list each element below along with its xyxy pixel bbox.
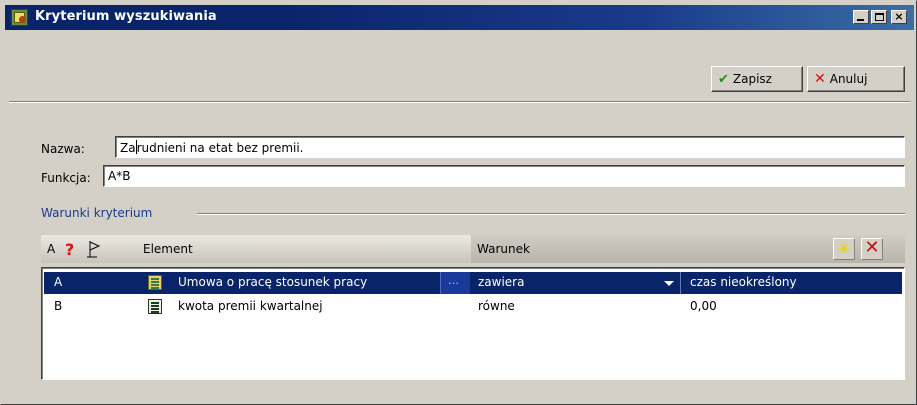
row-condition[interactable]: zawiera — [478, 275, 524, 289]
column-header-a[interactable]: A — [47, 235, 55, 263]
check-icon: ✔ — [718, 71, 729, 87]
star-icon: ✳ — [837, 239, 851, 258]
name-label: Nazwa: — [41, 142, 85, 156]
contract-icon — [148, 275, 162, 290]
toolbar-separator — [9, 101, 910, 103]
function-field[interactable]: A*B — [103, 165, 905, 187]
column-header-element[interactable]: Element — [143, 235, 193, 263]
row-letter: B — [54, 299, 63, 313]
column-header-warunek[interactable]: Warunek — [477, 235, 530, 263]
maximize-icon — [875, 13, 884, 21]
row-element: Umowa o pracę stosunek pracy — [178, 275, 368, 289]
cancel-label: Anuluj — [829, 72, 868, 86]
app-icon — [11, 9, 28, 26]
table-row[interactable]: B kwota premii kwartalnej równe 0,00 — [44, 296, 902, 318]
function-value: A*B — [108, 169, 131, 183]
window-title: Kryterium wyszukiwania — [35, 9, 217, 24]
row-value[interactable]: czas nieokreślony — [690, 275, 797, 289]
dialog-window: Kryterium wyszukiwania × ✔ Zapisz ✕ Anul… — [0, 0, 917, 405]
element-lookup-button[interactable]: … — [440, 272, 470, 294]
ellipsis-icon: … — [448, 274, 459, 287]
minimize-icon — [857, 19, 864, 21]
row-condition[interactable]: równe — [478, 299, 515, 313]
save-button[interactable]: ✔ Zapisz — [711, 66, 803, 92]
name-field[interactable]: Zarudnieni na etat bez premii. — [115, 136, 905, 158]
add-condition-button[interactable]: ✳ — [833, 238, 855, 260]
delete-condition-button[interactable]: ✕ — [861, 238, 883, 260]
save-label: Zapisz — [732, 72, 772, 86]
criteria-group-label: Warunki kryterium — [41, 206, 153, 220]
function-label: Funkcja: — [41, 171, 91, 185]
group-divider — [197, 213, 905, 215]
row-letter: A — [54, 275, 63, 289]
row-value[interactable]: 0,00 — [690, 299, 717, 313]
row-element: kwota premii kwartalnej — [178, 299, 323, 313]
minimize-button[interactable] — [853, 10, 869, 24]
cancel-button[interactable]: ✕ Anuluj — [807, 66, 905, 92]
flag-icon[interactable] — [87, 240, 101, 258]
delete-icon: ✕ — [864, 237, 880, 258]
x-icon: ✕ — [814, 71, 826, 87]
maximize-button[interactable] — [871, 10, 887, 24]
table-row[interactable]: A Umowa o pracę stosunek pracy … zawiera… — [44, 272, 902, 294]
close-button[interactable]: × — [891, 10, 907, 24]
name-value-start: Za — [120, 141, 136, 155]
criteria-grid[interactable]: A Umowa o pracę stosunek pracy … zawiera… — [41, 267, 905, 380]
document-icon — [148, 299, 162, 314]
grid-header: A ? Element Warunek ✳ ✕ — [41, 235, 905, 263]
title-bar[interactable]: Kryterium wyszukiwania × — [5, 5, 914, 30]
close-icon: × — [894, 10, 904, 23]
question-icon[interactable]: ? — [65, 235, 74, 263]
cell-divider — [680, 272, 681, 294]
name-value-end: rudnieni na etat bez premii. — [136, 141, 304, 155]
condition-dropdown-arrow[interactable] — [658, 272, 680, 294]
